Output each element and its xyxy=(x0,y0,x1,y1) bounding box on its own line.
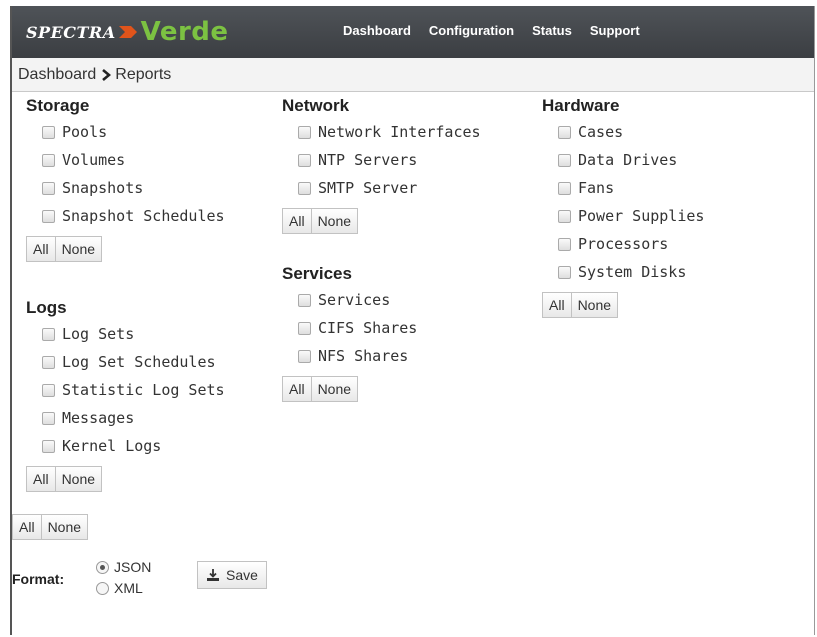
logs-item[interactable]: Statistic Log Sets xyxy=(26,376,225,404)
save-button[interactable]: Save xyxy=(197,561,267,589)
hardware-item[interactable]: Power Supplies xyxy=(542,202,704,230)
logs-item[interactable]: Messages xyxy=(26,404,225,432)
services-section: Services Services CIFS Shares NFS Shares… xyxy=(282,264,417,402)
section-title-logs: Logs xyxy=(26,298,67,317)
checkbox[interactable] xyxy=(42,383,55,397)
global-select-buttons: All None xyxy=(12,514,89,540)
services-item[interactable]: NFS Shares xyxy=(282,342,417,370)
main-nav: Dashboard Configuration Status Support xyxy=(334,23,649,38)
checkbox[interactable] xyxy=(558,209,571,223)
nav-support[interactable]: Support xyxy=(581,23,649,38)
hardware-section: Hardware Cases Data Drives Fans Power Su… xyxy=(542,96,704,318)
breadcrumb-dashboard[interactable]: Dashboard xyxy=(18,66,96,84)
checkbox[interactable] xyxy=(298,293,311,307)
section-title-network: Network xyxy=(282,96,350,115)
checkbox[interactable] xyxy=(298,153,311,167)
services-select-buttons: All None xyxy=(282,376,359,402)
nav-dashboard[interactable]: Dashboard xyxy=(334,23,420,38)
checkbox[interactable] xyxy=(298,349,311,363)
app-window: SPECTRA Verde Dashboard Configuration St… xyxy=(10,6,815,635)
checkbox[interactable] xyxy=(42,327,55,341)
storage-item[interactable]: Snapshot Schedules xyxy=(26,202,225,230)
services-item[interactable]: Services xyxy=(282,286,417,314)
checkbox[interactable] xyxy=(42,153,55,167)
global-all-button[interactable]: All xyxy=(12,514,42,540)
logs-item[interactable]: Kernel Logs xyxy=(26,432,225,460)
hardware-item[interactable]: Data Drives xyxy=(542,146,704,174)
services-item[interactable]: CIFS Shares xyxy=(282,314,417,342)
format-option-json[interactable]: JSON xyxy=(96,559,151,575)
checkbox[interactable] xyxy=(42,355,55,369)
section-title-storage: Storage xyxy=(26,96,90,115)
checkbox[interactable] xyxy=(42,181,55,195)
storage-select-buttons: All None xyxy=(26,236,103,262)
brand-verde-text: Verde xyxy=(140,17,229,47)
storage-section: Storage Pools Volumes Snapshots Snapshot… xyxy=(26,96,225,262)
breadcrumb-reports: Reports xyxy=(115,65,172,83)
checkbox[interactable] xyxy=(558,181,571,195)
top-navbar: SPECTRA Verde Dashboard Configuration St… xyxy=(12,6,814,59)
checkbox[interactable] xyxy=(558,153,571,167)
nav-status[interactable]: Status xyxy=(523,23,581,38)
logs-section: Logs Log Sets Log Set Schedules Statisti… xyxy=(26,298,225,492)
hardware-item[interactable]: System Disks xyxy=(542,258,704,286)
section-title-hardware: Hardware xyxy=(542,96,620,115)
nav-configuration[interactable]: Configuration xyxy=(420,23,523,38)
format-label: Format: xyxy=(12,571,65,587)
services-all-button[interactable]: All xyxy=(282,376,312,402)
logs-all-button[interactable]: All xyxy=(26,466,56,492)
network-item[interactable]: Network Interfaces xyxy=(282,118,481,146)
checkbox[interactable] xyxy=(558,237,571,251)
checkbox[interactable] xyxy=(298,321,311,335)
hardware-all-button[interactable]: All xyxy=(542,292,572,318)
global-none-button[interactable]: None xyxy=(41,514,89,540)
save-button-label: Save xyxy=(226,567,258,583)
logs-none-button[interactable]: None xyxy=(55,466,103,492)
section-title-services: Services xyxy=(282,264,352,283)
storage-item[interactable]: Pools xyxy=(26,118,225,146)
brand-logo[interactable]: SPECTRA Verde xyxy=(26,15,229,49)
checkbox[interactable] xyxy=(558,265,571,279)
brand-arrow-icon xyxy=(118,26,137,38)
storage-none-button[interactable]: None xyxy=(55,236,103,262)
checkbox[interactable] xyxy=(42,411,55,425)
services-none-button[interactable]: None xyxy=(311,376,359,402)
network-item[interactable]: SMTP Server xyxy=(282,174,481,202)
checkbox[interactable] xyxy=(42,439,55,453)
hardware-none-button[interactable]: None xyxy=(571,292,619,318)
hardware-item[interactable]: Cases xyxy=(542,118,704,146)
hardware-item[interactable]: Fans xyxy=(542,174,704,202)
hardware-select-buttons: All None xyxy=(542,292,619,318)
network-section: Network Network Interfaces NTP Servers S… xyxy=(282,96,481,234)
storage-item[interactable]: Volumes xyxy=(26,146,225,174)
chevron-right-icon xyxy=(102,68,112,81)
network-all-button[interactable]: All xyxy=(282,208,312,234)
storage-item[interactable]: Snapshots xyxy=(26,174,225,202)
checkbox[interactable] xyxy=(42,209,55,223)
format-option-xml[interactable]: XML xyxy=(96,580,143,596)
logs-item[interactable]: Log Sets xyxy=(26,320,225,348)
logs-select-buttons: All None xyxy=(26,466,103,492)
download-icon xyxy=(207,569,219,581)
network-item[interactable]: NTP Servers xyxy=(282,146,481,174)
checkbox[interactable] xyxy=(42,125,55,139)
checkbox[interactable] xyxy=(298,125,311,139)
network-none-button[interactable]: None xyxy=(311,208,359,234)
radio-xml[interactable] xyxy=(96,581,109,595)
checkbox[interactable] xyxy=(298,181,311,195)
hardware-item[interactable]: Processors xyxy=(542,230,704,258)
checkbox[interactable] xyxy=(558,125,571,139)
brand-spectra-text: SPECTRA xyxy=(26,22,116,42)
storage-all-button[interactable]: All xyxy=(26,236,56,262)
network-select-buttons: All None xyxy=(282,208,359,234)
radio-json[interactable] xyxy=(96,560,109,574)
logs-item[interactable]: Log Set Schedules xyxy=(26,348,225,376)
breadcrumb: Dashboard Reports xyxy=(12,58,814,92)
